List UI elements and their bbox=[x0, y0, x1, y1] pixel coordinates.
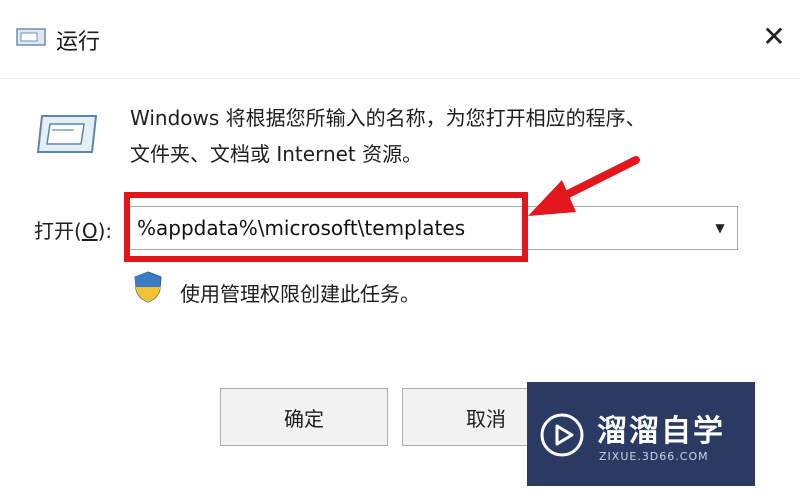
play-logo-icon bbox=[540, 413, 584, 457]
open-label-accel: O bbox=[81, 219, 98, 243]
title-bar: 运行 ✕ bbox=[0, 0, 800, 79]
description-line-1: Windows 将根据您所输入的名称，为您打开相应的程序、 bbox=[130, 106, 646, 130]
shield-icon bbox=[134, 271, 162, 303]
close-button[interactable]: ✕ bbox=[756, 18, 792, 54]
dropdown-button[interactable]: ▼ bbox=[703, 207, 737, 249]
watermark-title: 溜溜自学 bbox=[597, 414, 725, 449]
watermark: 溜溜自学 ZIXUE.3D66.COM bbox=[527, 382, 755, 486]
description-line-2: 文件夹、文档或 Internet 资源。 bbox=[130, 142, 423, 166]
chevron-down-icon[interactable]: ▼ bbox=[715, 221, 724, 235]
dialog-description: Windows 将根据您所输入的名称，为您打开相应的程序、 文件夹、文档或 In… bbox=[130, 100, 730, 172]
open-label-suffix: ): bbox=[97, 219, 113, 243]
run-app-icon bbox=[16, 28, 46, 46]
open-input[interactable] bbox=[137, 207, 697, 249]
open-combobox[interactable]: ▼ bbox=[124, 206, 738, 250]
admin-checkbox-label: 使用管理权限创建此任务。 bbox=[180, 282, 420, 306]
window-title: 运行 bbox=[56, 30, 101, 55]
close-icon[interactable]: ✕ bbox=[762, 20, 785, 53]
open-label-prefix: 打开( bbox=[34, 219, 82, 243]
open-label: 打开(O): bbox=[34, 215, 112, 244]
watermark-url: ZIXUE.3D66.COM bbox=[599, 450, 709, 463]
ok-button[interactable]: 确定 bbox=[220, 388, 388, 446]
run-icon bbox=[36, 115, 98, 153]
